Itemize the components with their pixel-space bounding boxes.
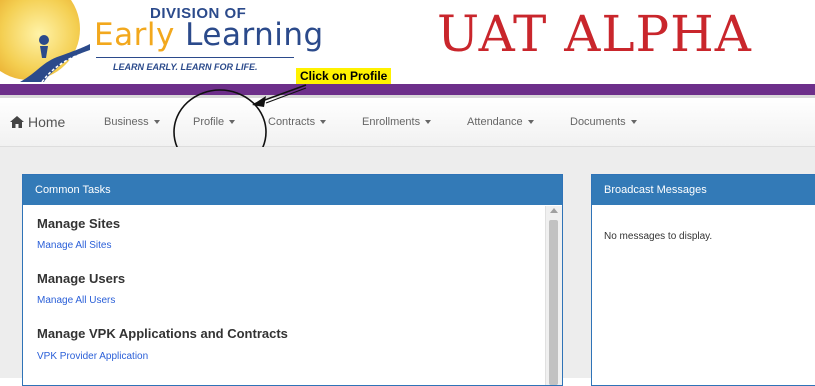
nav-documents[interactable]: Documents [570, 98, 637, 146]
logo-name-early: Early [94, 17, 186, 53]
brand-bar [0, 84, 815, 95]
common-tasks-panel: Common Tasks Manage Sites Manage All Sit… [22, 174, 563, 386]
chevron-down-icon [320, 120, 327, 125]
chevron-down-icon [425, 120, 432, 125]
broadcast-messages-panel: Broadcast Messages No messages to displa… [591, 174, 815, 386]
nav-attendance[interactable]: Attendance [467, 98, 534, 146]
instruction-callout: Click on Profile [296, 68, 392, 84]
chevron-down-icon [229, 120, 236, 125]
home-icon [10, 116, 24, 128]
logo-name: Early Learning [94, 17, 324, 53]
nav-home[interactable]: Home [10, 98, 65, 146]
logo-divider [96, 57, 294, 58]
nav-profile[interactable]: Profile [193, 98, 236, 146]
common-tasks-title: Common Tasks [23, 175, 562, 205]
broadcast-empty-text: No messages to display. [604, 231, 713, 242]
section-heading-manage-users: Manage Users [37, 271, 126, 286]
section-heading-manage-sites: Manage Sites [37, 216, 121, 231]
broadcast-messages-title: Broadcast Messages [592, 175, 815, 205]
link-manage-all-sites[interactable]: Manage All Sites [37, 240, 112, 251]
nav-documents-label: Documents [570, 116, 626, 128]
scroll-up-arrow-icon[interactable] [550, 208, 558, 213]
nav-contracts[interactable]: Contracts [268, 98, 327, 146]
nav-business[interactable]: Business [104, 98, 160, 146]
site-header: DIVISION OF Early Learning LEARN EARLY. … [0, 0, 815, 84]
logo-tagline: LEARN EARLY. LEARN FOR LIFE. [113, 62, 258, 72]
main-navbar: Home Business Profile Contracts Enrollme… [0, 98, 815, 147]
nav-enrollments-label: Enrollments [362, 116, 421, 128]
nav-profile-label: Profile [193, 116, 225, 128]
section-heading-manage-vpk: Manage VPK Applications and Contracts [37, 326, 288, 341]
nav-contracts-label: Contracts [268, 116, 316, 128]
common-tasks-list: Manage Sites Manage All Sites Manage Use… [23, 206, 545, 385]
environment-title: UAT ALPHA [437, 5, 752, 63]
nav-enrollments[interactable]: Enrollments [362, 98, 432, 146]
link-manage-all-users[interactable]: Manage All Users [37, 295, 115, 306]
chevron-down-icon [630, 120, 637, 125]
nav-home-label: Home [28, 114, 66, 130]
nav-attendance-label: Attendance [467, 116, 523, 128]
tasks-scrollbar[interactable] [545, 206, 562, 385]
chevron-down-icon [527, 120, 534, 125]
scroll-thumb[interactable] [549, 220, 558, 385]
link-vpk-provider-application[interactable]: VPK Provider Application [37, 351, 148, 362]
chevron-down-icon [153, 120, 160, 125]
nav-business-label: Business [104, 116, 149, 128]
road-emblem-icon [20, 35, 91, 83]
logo-name-learning: Learning [185, 17, 324, 53]
